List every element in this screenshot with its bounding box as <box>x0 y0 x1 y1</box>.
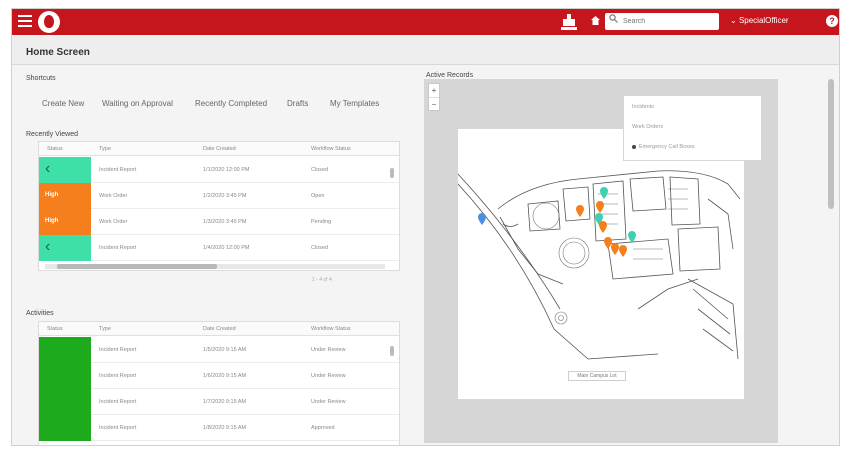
status-cell: High <box>39 209 91 235</box>
column-header[interactable]: Status <box>47 146 63 152</box>
column-header[interactable]: Type <box>99 326 111 332</box>
column-header[interactable]: Status <box>47 326 63 332</box>
row-date: 1/6/2020 9:15 AM <box>203 373 247 379</box>
table-row[interactable]: ‹ Incident Report 1/4/2020 12:00 PM Clos… <box>39 235 399 261</box>
column-header[interactable]: Workflow Status <box>311 326 351 332</box>
column-header[interactable]: Type <box>99 146 111 152</box>
selected-radio-icon <box>632 144 636 149</box>
map-pins <box>478 187 636 257</box>
row-workflow: Closed <box>311 167 329 173</box>
table-row[interactable]: High Work Order 1/2/2020 3:45 PM Open <box>39 183 399 209</box>
row-date: 1/3/2020 3:45 PM <box>203 219 247 225</box>
map-label: Active Records <box>426 72 474 79</box>
user-menu[interactable]: ⌄ SpecialOfficer <box>730 16 789 25</box>
layer-option-call-boxes[interactable]: Emergency Call Boxes <box>632 144 695 150</box>
vertical-scrollbar[interactable] <box>390 168 394 178</box>
menu-icon[interactable] <box>18 15 32 27</box>
row-workflow: Closed <box>311 245 329 251</box>
row-workflow: Under Review <box>311 347 346 353</box>
status-cell: ‹ <box>39 235 91 261</box>
table-row[interactable]: Incident Report 1/7/2020 9:15 AM Under R… <box>39 389 399 415</box>
app-window: ⌄ SpecialOfficer ? Home Screen Shortcuts… <box>11 8 840 446</box>
status-cell <box>39 415 91 441</box>
vertical-scrollbar[interactable] <box>390 346 394 356</box>
row-date: 1/2/2020 3:45 PM <box>203 193 247 199</box>
row-date: 1/1/2020 12:00 PM <box>203 167 250 173</box>
layer-selector[interactable]: Incidents Work Orders Emergency Call Box… <box>623 95 762 161</box>
status-cell: High <box>39 183 91 209</box>
chevron-left-icon: ‹ <box>45 160 51 177</box>
row-date: 1/8/2020 9:15 AM <box>203 425 247 431</box>
campus-map[interactable]: Main Campus Lot <box>457 129 744 399</box>
shortcuts-label: Shortcuts <box>26 75 56 82</box>
table-row[interactable]: Incident Report 1/8/2020 9:15 AM Approve… <box>39 415 399 441</box>
row-workflow: Open <box>311 193 325 199</box>
top-bar: ⌄ SpecialOfficer ? <box>12 9 839 35</box>
chevron-down-icon: ⌄ <box>730 16 739 25</box>
map-panel[interactable]: + − Main Campus Lot Incidents Work Order… <box>424 79 778 443</box>
row-date: 1/5/2020 9:15 AM <box>203 347 247 353</box>
search-input[interactable] <box>623 15 713 28</box>
row-status: High <box>45 218 59 224</box>
row-type: Work Order <box>99 193 128 199</box>
status-cell <box>39 337 91 363</box>
status-cell <box>39 389 91 415</box>
emergency-icon[interactable] <box>560 11 578 34</box>
layer-option-work-orders[interactable]: Work Orders <box>632 124 663 130</box>
shortcut-my-templates[interactable]: My Templates <box>330 99 379 108</box>
search-icon <box>609 14 618 26</box>
row-workflow: Under Review <box>311 373 346 379</box>
activities-table: Status Type Date Created Workflow Status… <box>38 321 400 445</box>
row-workflow: Under Review <box>311 399 346 405</box>
horizontal-scrollbar[interactable] <box>57 264 217 269</box>
column-header[interactable]: Date Created <box>203 326 236 332</box>
activities-label: Activities <box>26 310 54 317</box>
user-name: SpecialOfficer <box>738 16 789 25</box>
row-type: Incident Report <box>99 399 137 405</box>
search-field[interactable] <box>605 13 719 30</box>
table-row[interactable]: High Work Order 1/3/2020 3:45 PM Pending <box>39 209 399 235</box>
page-title: Home Screen <box>26 47 90 58</box>
row-type: Incident Report <box>99 245 137 251</box>
shortcut-recently-completed[interactable]: Recently Completed <box>195 99 267 108</box>
help-icon[interactable]: ? <box>826 15 838 27</box>
shortcut-create-new[interactable]: Create New <box>42 99 84 108</box>
pagination-info: 1 - 4 of 4 <box>312 277 332 283</box>
status-cell: ‹ <box>39 157 91 183</box>
table-header: Status Type Date Created Workflow Status <box>39 142 399 156</box>
zoom-in-button[interactable]: + <box>429 84 439 97</box>
screenshot-frame: ⌄ SpecialOfficer ? Home Screen Shortcuts… <box>0 0 846 451</box>
table-row[interactable]: Incident Report 1/6/2020 9:15 AM Under R… <box>39 363 399 389</box>
zoom-control[interactable]: + − <box>428 83 440 111</box>
row-type: Work Order <box>99 219 128 225</box>
map-caption: Main Campus Lot <box>568 371 626 381</box>
row-status: High <box>45 192 59 198</box>
row-type: Incident Report <box>99 167 137 173</box>
column-header[interactable]: Workflow Status <box>311 146 351 152</box>
row-date: 1/7/2020 9:15 AM <box>203 399 247 405</box>
recently-viewed-label: Recently Viewed <box>26 131 79 138</box>
row-type: Incident Report <box>99 425 137 431</box>
layer-option-incidents[interactable]: Incidents <box>632 104 654 110</box>
table-row[interactable]: Incident Report 1/5/2020 9:15 AM Under R… <box>39 337 399 363</box>
title-bar: Home Screen <box>12 35 839 65</box>
row-workflow: Pending <box>311 219 332 225</box>
shortcut-drafts[interactable]: Drafts <box>287 99 308 108</box>
column-header[interactable]: Date Created <box>203 146 236 152</box>
row-type: Incident Report <box>99 373 137 379</box>
table-row[interactable]: ‹ Incident Report 1/1/2020 12:00 PM Clos… <box>39 157 399 183</box>
row-workflow: Approved <box>311 425 335 431</box>
page-scrollbar[interactable] <box>828 79 834 209</box>
shortcut-waiting-approval[interactable]: Waiting on Approval <box>102 99 173 108</box>
status-cell <box>39 363 91 389</box>
chevron-left-icon: ‹ <box>45 238 51 255</box>
recently-viewed-table: Status Type Date Created Workflow Status… <box>38 141 400 271</box>
zoom-out-button[interactable]: − <box>429 97 439 110</box>
home-icon[interactable] <box>590 15 601 29</box>
row-date: 1/4/2020 12:00 PM <box>203 245 250 251</box>
app-logo[interactable] <box>38 11 60 33</box>
campus-map-drawing <box>457 170 741 360</box>
row-type: Incident Report <box>99 347 137 353</box>
table-header: Status Type Date Created Workflow Status <box>39 322 399 336</box>
